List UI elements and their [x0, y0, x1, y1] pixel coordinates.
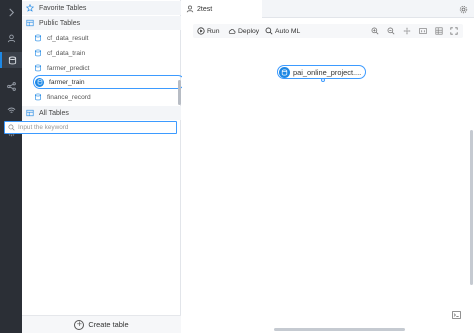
search-icon — [8, 124, 15, 131]
table-cylinder-icon — [34, 49, 42, 57]
tab-bar: 2test — [182, 0, 474, 18]
wifi-icon — [7, 107, 15, 113]
workflow-node-label: pai_online_project.... — [293, 67, 362, 77]
table-cylinder-icon — [34, 64, 42, 72]
tab-label: 2test — [197, 5, 213, 13]
table-row[interactable]: farmer_predict — [22, 61, 177, 75]
table-row-label: farmer_train — [49, 78, 85, 86]
zoom-in-button[interactable] — [371, 27, 379, 35]
zoom-in-icon — [371, 27, 379, 35]
icon-rail — [0, 0, 22, 333]
share-nodes-icon — [6, 81, 16, 91]
fullscreen-button[interactable] — [450, 27, 458, 35]
chevron-right-icon — [8, 8, 14, 16]
gear-icon — [459, 5, 468, 14]
nav-rail-user[interactable] — [3, 30, 19, 46]
nav-rail-models[interactable] — [3, 102, 19, 118]
table-row-label: cf_data_train — [47, 49, 86, 57]
canvas-toolbar: Run Deploy Auto ML — [193, 24, 463, 38]
panel-scrollbar[interactable] — [178, 80, 181, 105]
all-tables-label: All Tables — [39, 109, 69, 117]
settings-button[interactable] — [459, 5, 468, 14]
automl-button[interactable]: Auto ML — [265, 24, 300, 38]
fit-view-button[interactable] — [403, 27, 411, 35]
actual-size-button[interactable] — [419, 27, 427, 35]
table-cylinder-icon — [34, 34, 42, 42]
user-icon — [186, 5, 194, 13]
star-icon — [26, 4, 34, 12]
database-icon — [8, 56, 16, 64]
table-cylinder-icon — [34, 93, 42, 101]
public-tables-label: Public Tables — [39, 19, 81, 27]
public-tables-header[interactable]: Public Tables — [22, 16, 181, 30]
table-cylinder-icon — [279, 66, 290, 78]
table-row[interactable]: finance_record — [22, 90, 177, 104]
table-grid-icon — [26, 19, 34, 27]
table-panel: Favorite Tables Public Tables cf_data_re… — [22, 0, 185, 333]
grid-icon — [435, 27, 443, 35]
table-row-label: cf_data_result — [47, 34, 89, 42]
table-row-label: farmer_predict — [47, 64, 90, 72]
tab-2test[interactable]: 2test — [182, 0, 262, 18]
table-row[interactable]: cf_data_train — [22, 46, 177, 60]
user-icon — [7, 34, 15, 42]
automl-label: Auto ML — [275, 27, 301, 35]
fullscreen-icon — [450, 27, 458, 35]
table-search — [4, 121, 177, 134]
table-cylinder-icon — [35, 77, 44, 87]
canvas-horizontal-scrollbar[interactable] — [274, 328, 405, 331]
search-input[interactable] — [18, 124, 158, 131]
nav-rail-share[interactable] — [3, 78, 19, 94]
table-grid-icon — [26, 109, 34, 117]
one-to-one-icon — [419, 28, 427, 34]
nav-rail-expand[interactable] — [3, 4, 19, 20]
favorite-tables-header[interactable]: Favorite Tables — [22, 1, 181, 15]
nav-rail-tables[interactable] — [0, 52, 22, 68]
table-row[interactable]: cf_data_result — [22, 31, 177, 45]
table-row-label: finance_record — [47, 93, 91, 101]
table-row-selected[interactable]: farmer_train — [33, 75, 185, 89]
terminal-icon — [452, 311, 461, 319]
plus-circle-icon: + — [74, 319, 85, 330]
create-table-label: Create table — [88, 320, 129, 329]
cloud-icon — [228, 27, 236, 35]
zoom-out-button[interactable] — [387, 27, 395, 35]
favorite-tables-label: Favorite Tables — [39, 4, 87, 12]
console-button[interactable] — [452, 311, 461, 319]
all-tables-header[interactable]: All Tables — [22, 106, 181, 120]
fit-view-icon — [403, 27, 411, 35]
canvas-vertical-scrollbar[interactable] — [470, 130, 473, 285]
minimap-button[interactable] — [435, 27, 443, 35]
create-table-button[interactable]: + Create table — [22, 315, 181, 333]
play-circle-icon — [197, 27, 205, 35]
run-button[interactable]: Run — [197, 24, 219, 38]
workflow-node[interactable]: pai_online_project.... — [277, 65, 366, 79]
magnify-gear-icon — [265, 27, 273, 35]
deploy-label: Deploy — [238, 27, 260, 35]
zoom-out-icon — [387, 27, 395, 35]
node-output-port[interactable] — [321, 78, 325, 82]
run-label: Run — [207, 27, 220, 35]
deploy-button[interactable]: Deploy — [228, 24, 259, 38]
